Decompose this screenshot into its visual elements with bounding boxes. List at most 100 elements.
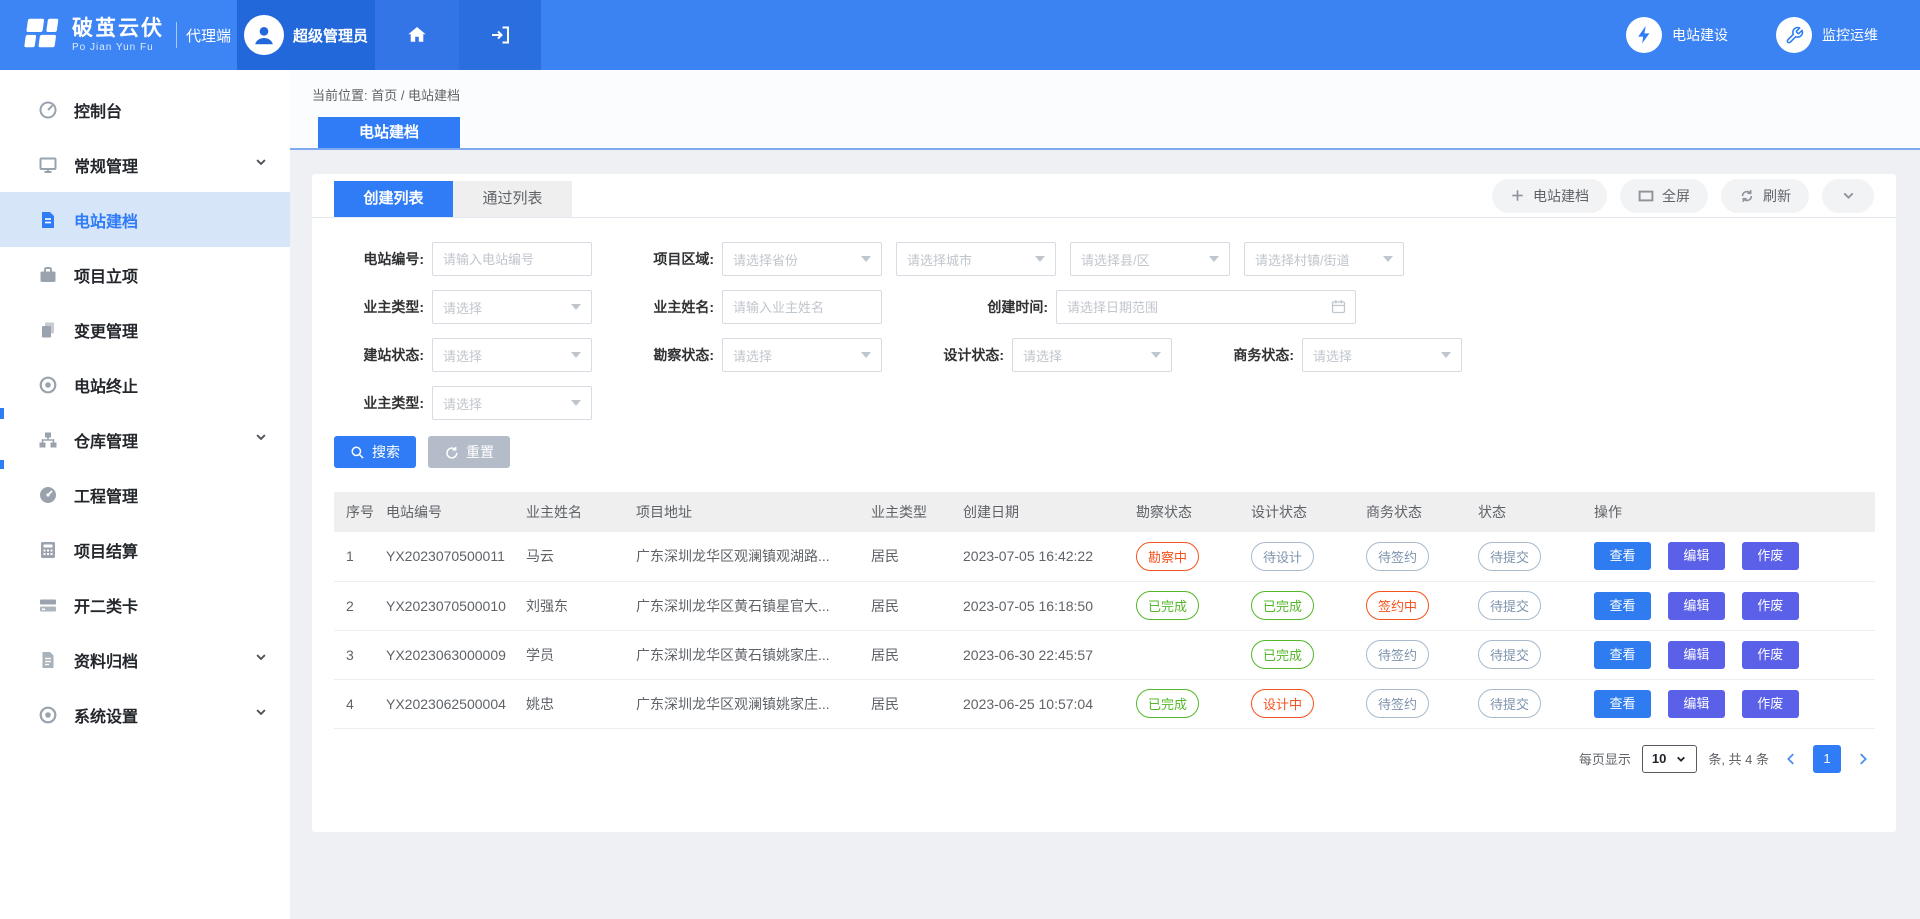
nav-station-build-label: 电站建设 bbox=[1672, 25, 1728, 45]
search-button[interactable]: 搜索 bbox=[334, 436, 416, 468]
chevron-right-icon bbox=[1855, 751, 1871, 767]
district-select[interactable]: 请选择县/区 bbox=[1070, 242, 1230, 276]
user-menu[interactable]: 超级管理员 bbox=[237, 0, 375, 70]
sidebar-item-data-archive[interactable]: 资料归档 bbox=[0, 632, 290, 687]
owner-name-label: 业主姓名: bbox=[624, 297, 714, 317]
sidebar-item-general-mgmt[interactable]: 常规管理 bbox=[0, 137, 290, 192]
refresh-button[interactable]: 刷新 bbox=[1721, 179, 1809, 213]
void-button[interactable]: 作废 bbox=[1742, 592, 1799, 620]
void-button[interactable]: 作废 bbox=[1742, 690, 1799, 718]
status-badge: 待提交 bbox=[1478, 542, 1541, 571]
edit-button[interactable]: 编辑 bbox=[1668, 592, 1725, 620]
col-station-code: 电站编号 bbox=[380, 492, 520, 532]
lightning-icon bbox=[1626, 17, 1662, 53]
chevron-down-icon bbox=[254, 705, 268, 724]
home-button[interactable] bbox=[375, 0, 459, 70]
gauge-icon bbox=[38, 100, 58, 120]
sidebar-item-change-mgmt[interactable]: 变更管理 bbox=[0, 302, 290, 357]
sidebar-item-warehouse-mgmt[interactable]: 仓库管理 bbox=[0, 412, 290, 467]
page-tab-station-archive[interactable]: 电站建档 bbox=[318, 117, 460, 148]
sidebar-item-console[interactable]: 控制台 bbox=[0, 82, 290, 137]
col-created: 创建日期 bbox=[957, 492, 1130, 532]
province-select[interactable]: 请选择省份 bbox=[722, 242, 882, 276]
chevron-down-icon bbox=[1675, 753, 1687, 765]
col-status: 状态 bbox=[1472, 492, 1588, 532]
void-button[interactable]: 作废 bbox=[1742, 542, 1799, 570]
sidebar-item-station-termination[interactable]: 电站终止 bbox=[0, 357, 290, 412]
owner-name-input[interactable] bbox=[722, 290, 882, 324]
sidebar-item-station-archive[interactable]: 电站建档 bbox=[0, 192, 290, 247]
filter-form: 电站编号: 项目区域: 请选择省份 请选择城市 请选择县/区 请选择村镇/街道 bbox=[312, 218, 1896, 420]
col-business-status: 商务状态 bbox=[1360, 492, 1472, 532]
chevron-down-icon bbox=[1209, 256, 1219, 262]
city-select[interactable]: 请选择城市 bbox=[896, 242, 1056, 276]
user-icon bbox=[251, 22, 277, 48]
wrench-icon bbox=[1776, 17, 1812, 53]
table-row: 2 YX2023070500010 刘强东 广东深圳龙华区黄石镇星官大... 居… bbox=[334, 581, 1875, 630]
per-page-select[interactable]: 10 bbox=[1642, 745, 1697, 773]
view-button[interactable]: 查看 bbox=[1594, 641, 1651, 669]
chevron-down-icon bbox=[1383, 256, 1393, 262]
region-label: 项目区域: bbox=[624, 249, 714, 269]
chevron-down-icon bbox=[861, 352, 871, 358]
fullscreen-button[interactable]: 全屏 bbox=[1620, 179, 1708, 213]
tab-create-list[interactable]: 创建列表 bbox=[334, 181, 453, 217]
owner-type2-select[interactable]: 请选择 bbox=[432, 386, 592, 420]
reset-icon bbox=[444, 445, 459, 460]
sidebar-item-project-settlement[interactable]: 项目结算 bbox=[0, 522, 290, 577]
user-name: 超级管理员 bbox=[293, 25, 368, 46]
top-nav: 电站建设 监控运维 bbox=[1626, 0, 1920, 70]
edit-button[interactable]: 编辑 bbox=[1668, 542, 1725, 570]
chevron-left-icon bbox=[1783, 751, 1799, 767]
nav-monitor-ops[interactable]: 监控运维 bbox=[1776, 17, 1878, 53]
content-body: 创建列表 通过列表 电站建档 全屏 bbox=[290, 150, 1920, 919]
archive-doc-icon bbox=[38, 650, 58, 670]
view-button[interactable]: 查看 bbox=[1594, 542, 1651, 570]
status-badge: 已完成 bbox=[1136, 591, 1199, 620]
edit-button[interactable]: 编辑 bbox=[1668, 641, 1725, 669]
sitemap-icon bbox=[38, 430, 58, 450]
monitor-icon bbox=[38, 155, 58, 175]
design-status-select[interactable]: 请选择 bbox=[1012, 338, 1172, 372]
survey-status-label: 勘察状态: bbox=[624, 345, 714, 365]
collapse-button[interactable] bbox=[1822, 179, 1874, 213]
card-icon bbox=[38, 595, 58, 615]
view-button[interactable]: 查看 bbox=[1594, 690, 1651, 718]
panel-tabs: 创建列表 通过列表 bbox=[334, 174, 572, 217]
portal-label: 代理端 bbox=[186, 25, 231, 46]
survey-status-select[interactable]: 请选择 bbox=[722, 338, 882, 372]
main-content: 当前位置: 首页 / 电站建档 电站建档 创建列表 通过列表 电站建档 bbox=[290, 70, 1920, 919]
add-station-button[interactable]: 电站建档 bbox=[1492, 179, 1607, 213]
home-icon bbox=[405, 23, 429, 47]
copy-icon bbox=[38, 320, 58, 340]
chevron-down-icon bbox=[254, 430, 268, 449]
nav-station-build[interactable]: 电站建设 bbox=[1626, 17, 1728, 53]
sidebar-item-project-initiation[interactable]: 项目立项 bbox=[0, 247, 290, 302]
logout-button[interactable] bbox=[459, 0, 541, 70]
sidebar-item-open-card[interactable]: 开二类卡 bbox=[0, 577, 290, 632]
sidebar-item-system-settings[interactable]: 系统设置 bbox=[0, 687, 290, 742]
business-status-select[interactable]: 请选择 bbox=[1302, 338, 1462, 372]
top-bar: 破茧云伏 Po Jian Yun Fu 代理端 超级管理员 电站建设 监控运维 bbox=[0, 0, 1920, 70]
town-select[interactable]: 请选择村镇/街道 bbox=[1244, 242, 1404, 276]
panel-header: 创建列表 通过列表 电站建档 全屏 bbox=[312, 174, 1896, 218]
prev-page-button[interactable] bbox=[1780, 751, 1802, 767]
edit-button[interactable]: 编辑 bbox=[1668, 690, 1725, 718]
void-button[interactable]: 作废 bbox=[1742, 641, 1799, 669]
create-time-label: 创建时间: bbox=[958, 297, 1048, 317]
panel-toolbar: 电站建档 全屏 刷新 bbox=[1479, 174, 1874, 217]
status-badge: 已完成 bbox=[1136, 689, 1199, 718]
page-number[interactable]: 1 bbox=[1813, 745, 1841, 773]
date-range-input[interactable] bbox=[1056, 290, 1356, 324]
station-code-input[interactable] bbox=[432, 242, 592, 276]
build-status-select[interactable]: 请选择 bbox=[432, 338, 592, 372]
tab-passed-list[interactable]: 通过列表 bbox=[453, 181, 572, 217]
next-page-button[interactable] bbox=[1852, 751, 1874, 767]
reset-button[interactable]: 重置 bbox=[428, 436, 510, 468]
status-badge: 签约中 bbox=[1366, 591, 1429, 620]
owner-type-select[interactable]: 请选择 bbox=[432, 290, 592, 324]
table-row: 1 YX2023070500011 马云 广东深圳龙华区观澜镇观湖路... 居民… bbox=[334, 532, 1875, 581]
sidebar-item-engineering-mgmt[interactable]: 工程管理 bbox=[0, 467, 290, 522]
view-button[interactable]: 查看 bbox=[1594, 592, 1651, 620]
content-header: 当前位置: 首页 / 电站建档 电站建档 bbox=[290, 70, 1920, 150]
